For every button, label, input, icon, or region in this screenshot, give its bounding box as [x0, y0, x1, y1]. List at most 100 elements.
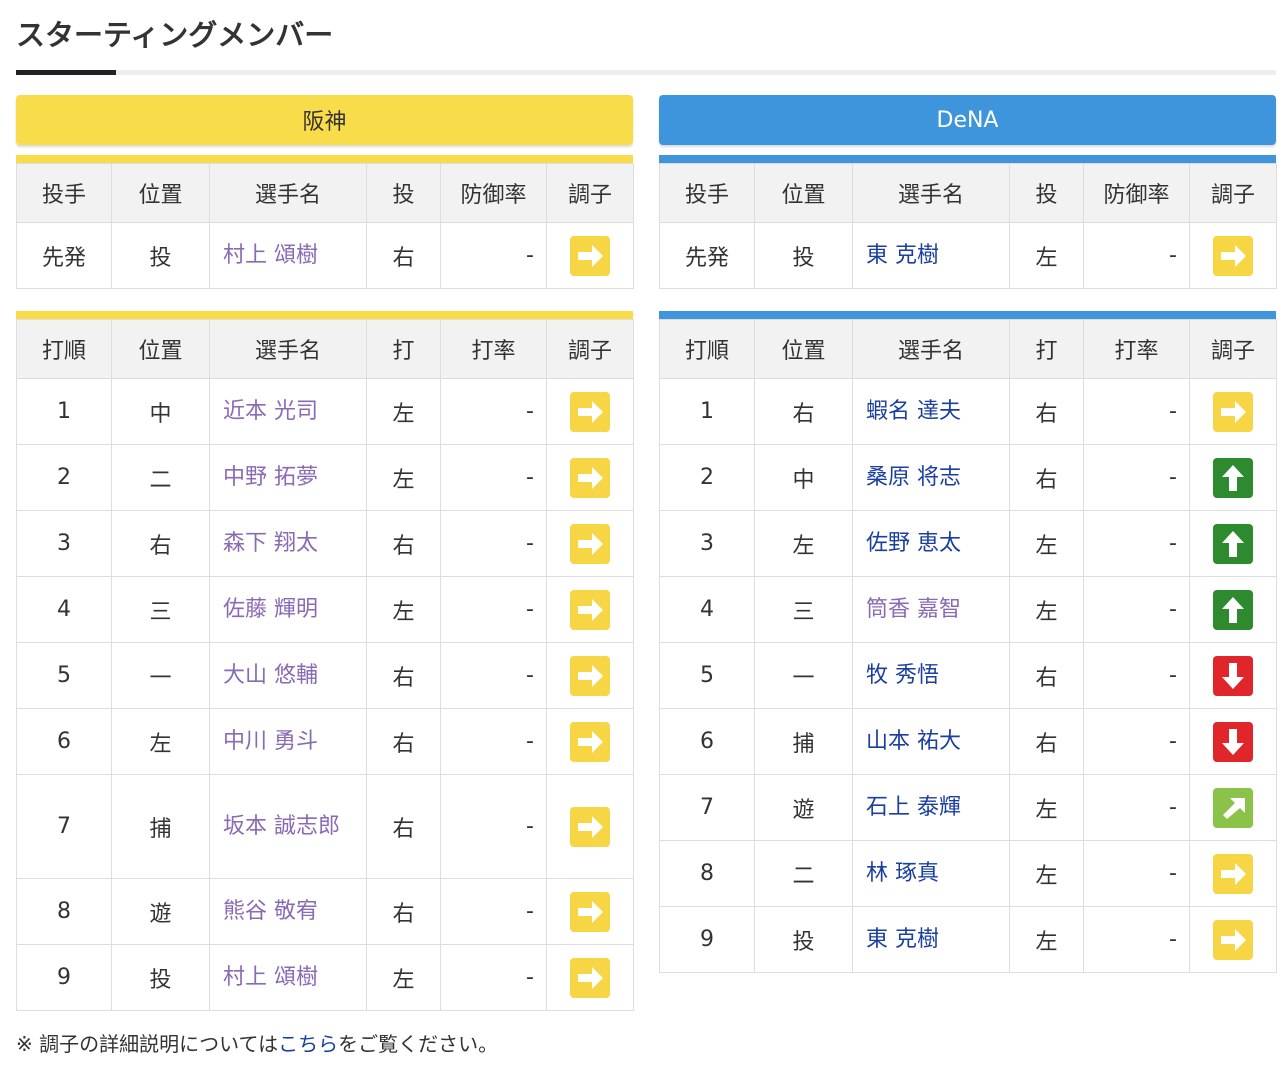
player-name-link[interactable]: 蝦名 達夫 — [866, 399, 961, 424]
table-row: 5 一大山 悠輔 右 - — [16, 642, 634, 709]
batting-order-cell: 3 — [16, 510, 112, 577]
condition-cell — [546, 708, 634, 775]
condition-cell — [1189, 906, 1277, 973]
right-arrow-icon[interactable] — [570, 721, 610, 762]
title-divider-accent — [16, 70, 116, 75]
batting-order-cell: 4 — [16, 576, 112, 643]
column-header: 防御率 — [440, 163, 547, 223]
right-arrow-icon[interactable] — [1213, 391, 1253, 432]
player-name-link[interactable]: 東 克樹 — [866, 243, 939, 268]
up-arrow-icon[interactable] — [1213, 589, 1253, 630]
player-name-link[interactable]: 東 克樹 — [866, 927, 939, 952]
player-name-link[interactable]: 森下 翔太 — [223, 531, 318, 556]
right-arrow-icon[interactable] — [1213, 919, 1253, 960]
condition-help-link[interactable]: こちら — [278, 1032, 338, 1056]
table-row: 6 捕山本 祐大 右 - — [659, 708, 1277, 775]
condition-cell — [546, 642, 634, 709]
table-row: 1 右蝦名 達夫右 - — [659, 378, 1277, 445]
right-arrow-icon[interactable] — [570, 957, 610, 998]
player-name-link[interactable]: 筒香 嘉智 — [866, 597, 961, 622]
player-name-link[interactable]: 佐藤 輝明 — [223, 597, 318, 622]
batting-hand-cell: 右 — [366, 642, 441, 709]
position-cell: 捕 — [754, 708, 853, 775]
player-name-link[interactable]: 山本 祐大 — [866, 729, 961, 754]
batter-table-dena: 打順 位置 選手名打打率 調子 1 右蝦名 達夫右 -2 中桑原 将志右 -3 左佐野 恵太左 -… — [659, 311, 1277, 973]
player-name-link[interactable]: 石上 泰輝 — [866, 795, 961, 820]
batting-hand-cell: 左 — [1009, 510, 1084, 577]
player-name-cell: 熊谷 敬宥 — [209, 878, 367, 945]
condition-cell — [546, 878, 634, 945]
pitcher-role-cell: 先発 — [16, 222, 112, 289]
right-arrow-icon[interactable] — [570, 806, 610, 847]
table-row: 3 左佐野 恵太左 - — [659, 510, 1277, 577]
player-name-link[interactable]: 林 琢真 — [866, 861, 939, 886]
player-name-link[interactable]: 中野 拓夢 — [223, 465, 318, 490]
right-arrow-icon[interactable] — [570, 235, 610, 276]
team-header-hanshin: 阪神 — [16, 95, 633, 145]
position-cell: 遊 — [111, 878, 210, 945]
table-row: 8 遊熊谷 敬宥 右 - — [16, 878, 634, 945]
player-name-cell: 近本 光司 — [209, 378, 367, 445]
player-name-link[interactable]: 村上 頌樹 — [223, 965, 318, 990]
player-name-link[interactable]: 大山 悠輔 — [223, 663, 318, 688]
footnote: ※ 調子の詳細説明についてはこちらをご覧ください。 — [16, 1028, 498, 1057]
batting-order-cell: 4 — [659, 576, 755, 643]
table-row: 1 中近本 光司 左 - — [16, 378, 634, 445]
player-name-link[interactable]: 坂本 誠志郎 — [223, 814, 340, 839]
column-header: 打 — [1009, 319, 1084, 379]
condition-cell — [546, 444, 634, 511]
down-arrow-icon[interactable] — [1213, 721, 1253, 762]
batting-average-cell: - — [1083, 774, 1190, 841]
batting-order-cell: 3 — [659, 510, 755, 577]
table-row: 4 三佐藤 輝明 左 - — [16, 576, 634, 643]
player-name-link[interactable]: 中川 勇斗 — [223, 729, 318, 754]
player-name-link[interactable]: 近本 光司 — [223, 399, 318, 424]
batting-average-cell: - — [440, 878, 547, 945]
right-arrow-icon[interactable] — [570, 589, 610, 630]
batting-average-cell: - — [1083, 576, 1190, 643]
batting-hand-cell: 左 — [1009, 576, 1084, 643]
condition-cell — [1189, 444, 1277, 511]
player-name-cell: 佐野 恵太 — [852, 510, 1010, 577]
player-name-cell: 佐藤 輝明 — [209, 576, 367, 643]
position-cell: 三 — [754, 576, 853, 643]
condition-cell — [1189, 774, 1277, 841]
position-cell: 投 — [111, 222, 210, 289]
right-arrow-icon[interactable] — [1213, 235, 1253, 276]
batting-average-cell: - — [1083, 642, 1190, 709]
player-name-link[interactable]: 牧 秀悟 — [866, 663, 939, 688]
table-row: 2 二中野 拓夢 左 - — [16, 444, 634, 511]
player-name-link[interactable]: 桑原 将志 — [866, 465, 961, 490]
up-arrow-icon[interactable] — [1213, 457, 1253, 498]
up-right-arrow-icon[interactable] — [1213, 787, 1253, 828]
player-name-cell: 坂本 誠志郎 — [209, 774, 367, 879]
right-arrow-icon[interactable] — [570, 655, 610, 696]
table-row: 5一牧 秀悟 右 - — [659, 642, 1277, 709]
right-arrow-icon[interactable] — [570, 457, 610, 498]
right-arrow-icon[interactable] — [570, 891, 610, 932]
position-cell: 投 — [754, 222, 853, 289]
right-arrow-icon[interactable] — [1213, 853, 1253, 894]
batting-hand-cell: 右 — [1009, 642, 1084, 709]
player-name-link[interactable]: 佐野 恵太 — [866, 531, 961, 556]
up-arrow-icon[interactable] — [1213, 523, 1253, 564]
throwing-hand-cell: 右 — [366, 222, 441, 289]
batting-average-cell: - — [440, 444, 547, 511]
down-arrow-icon[interactable] — [1213, 655, 1253, 696]
position-cell: 左 — [754, 510, 853, 577]
player-name-cell: 村上 頌樹 — [209, 944, 367, 1011]
condition-cell — [546, 222, 634, 289]
condition-cell — [546, 510, 634, 577]
right-arrow-icon[interactable] — [570, 391, 610, 432]
player-name-link[interactable]: 村上 頌樹 — [223, 243, 318, 268]
player-name-cell: 大山 悠輔 — [209, 642, 367, 709]
player-name-link[interactable]: 熊谷 敬宥 — [223, 899, 318, 924]
player-name-cell: 中川 勇斗 — [209, 708, 367, 775]
position-cell: 投 — [754, 906, 853, 973]
batting-order-cell: 6 — [16, 708, 112, 775]
condition-cell — [1189, 576, 1277, 643]
condition-cell — [1189, 510, 1277, 577]
player-name-cell: 桑原 将志 — [852, 444, 1010, 511]
column-header: 打率 — [440, 319, 547, 379]
right-arrow-icon[interactable] — [570, 523, 610, 564]
